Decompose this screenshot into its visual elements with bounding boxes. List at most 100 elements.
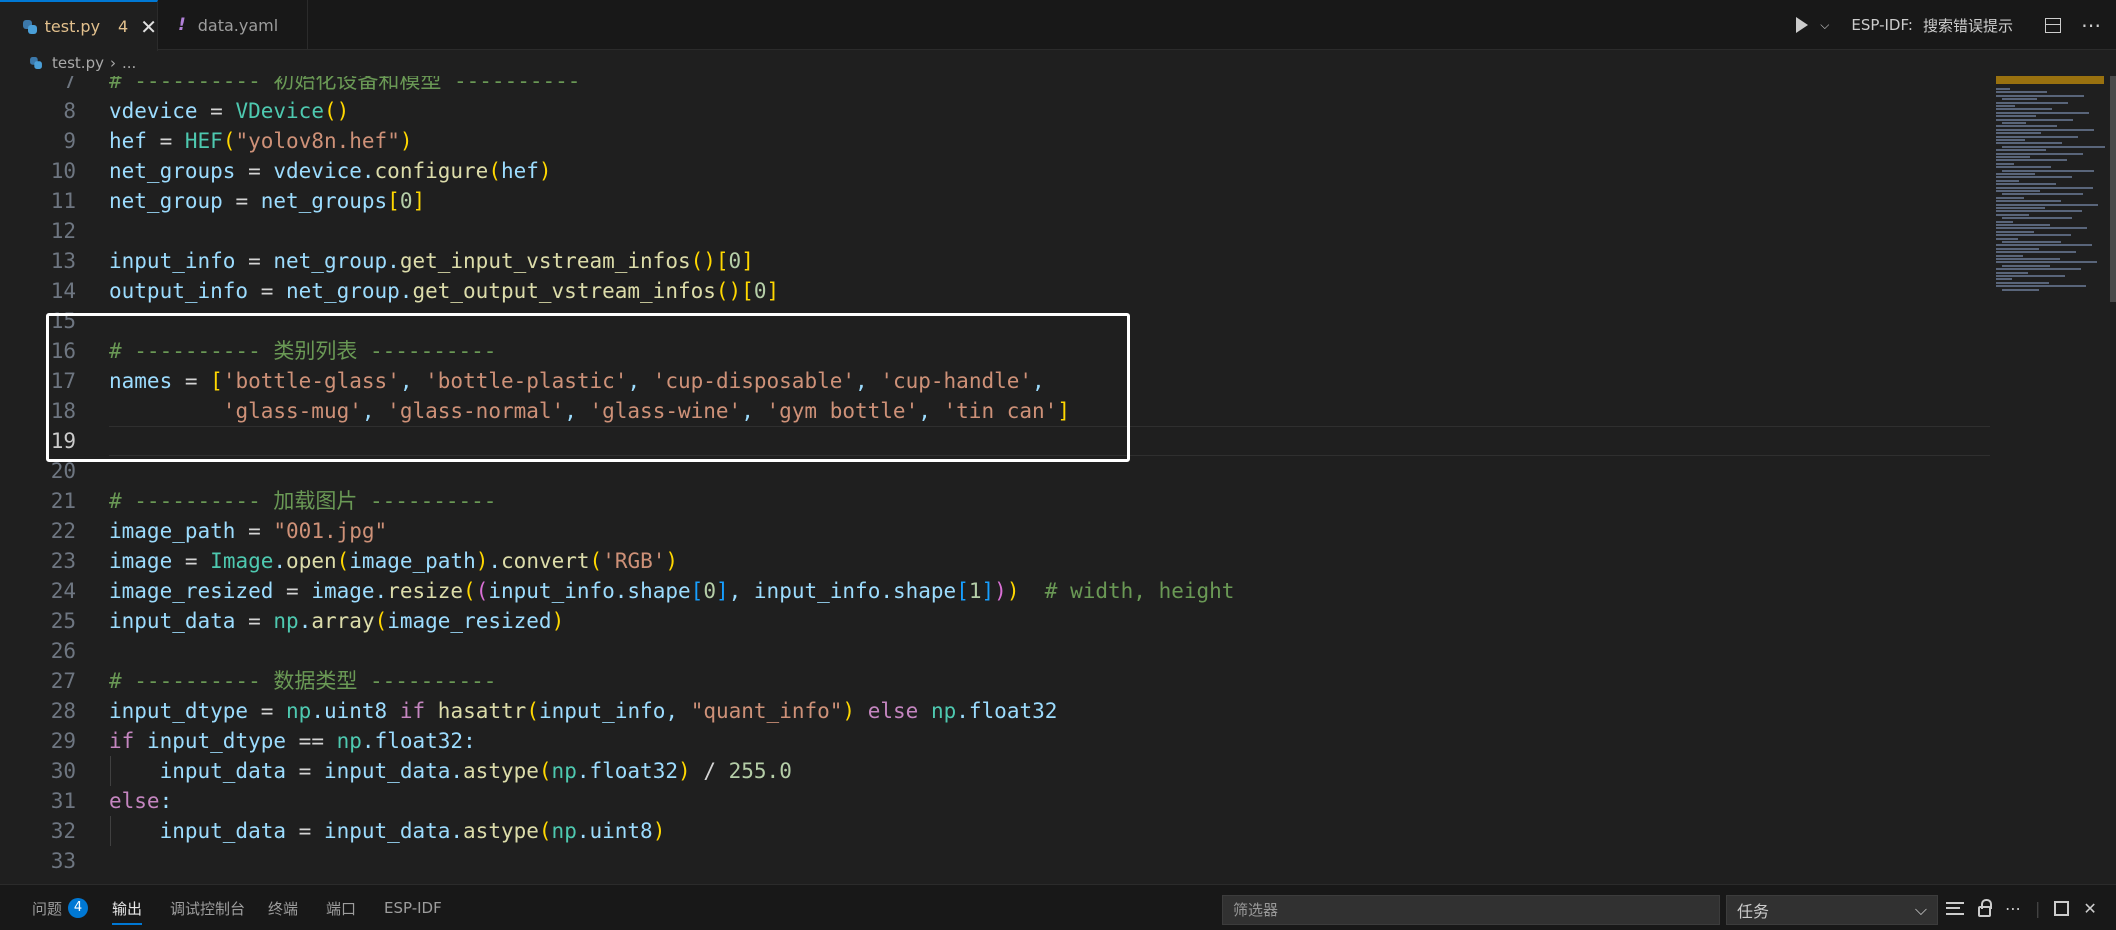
output-filter-input[interactable] [1222, 895, 1720, 925]
minimap-viewport[interactable] [1996, 76, 2104, 84]
minimap-line [1996, 179, 2019, 182]
code-line[interactable]: 13 input_info = net_group.get_input_vstre… [0, 246, 1990, 276]
code-line[interactable]: 28 input_dtype = np.uint8 if hasattr(inpu… [0, 696, 1990, 726]
minimap-line [1996, 207, 2045, 209]
minimap-line [1996, 247, 2039, 250]
close-icon[interactable]: ✕ [140, 15, 157, 39]
code-line[interactable]: 22 image_path = "001.jpg" [0, 516, 1990, 546]
code-line[interactable]: 15 [0, 306, 1990, 336]
code-editor[interactable]: 7 # ---------- 初始化设备和模型 ---------- 8 vdevic… [0, 76, 1990, 884]
panel-tab[interactable]: 输出 [112, 885, 143, 930]
code-line[interactable]: 24 image_resized = image.resize((input_in… [0, 576, 1990, 606]
line-number: 20 [50, 459, 76, 483]
minimap-line [1996, 139, 2025, 141]
line-code: input_data = input_data.astype(np.float3… [109, 759, 792, 783]
code-line[interactable]: 19 [0, 426, 1990, 456]
panel-tab-label: ESP-IDF [384, 899, 442, 917]
tab-data-yaml[interactable]: ! data.yaml [158, 0, 308, 50]
minimap-line [1996, 254, 2023, 257]
line-code: image = Image.open(image_path).convert('… [109, 549, 679, 573]
minimap-line [1996, 166, 2051, 169]
minimap-line [1996, 213, 2029, 216]
lock-scroll-icon[interactable] [1978, 898, 1992, 917]
run-icon[interactable] [1796, 17, 1809, 33]
esp-idf-search-hint-button[interactable]: 搜索错误提示 [1923, 15, 2013, 36]
code-line[interactable]: 10 net_groups = vdevice.configure(hef) [0, 156, 1990, 186]
line-number: 15 [50, 309, 76, 333]
minimap-line [1996, 156, 2030, 158]
minimap-line [1996, 281, 2049, 284]
panel-tab[interactable]: 问题 4 [32, 885, 89, 930]
code-line[interactable]: 26 [0, 636, 1990, 666]
more-actions-icon[interactable]: ⋯ [2081, 13, 2102, 37]
minimap-line [1996, 271, 2028, 274]
minimap-line [2002, 241, 2061, 243]
panel-tab[interactable]: 调试控制台 [170, 885, 245, 930]
code-line[interactable]: 33 [0, 846, 1990, 876]
minimap-line [1996, 173, 2035, 175]
minimap-line [1996, 183, 2056, 186]
minimap-line [1996, 203, 2098, 206]
more-actions-icon[interactable]: ⋯ [2005, 899, 2021, 918]
minimap-line [2002, 264, 2050, 267]
line-number: 24 [50, 579, 76, 603]
close-panel-icon[interactable]: ✕ [2083, 899, 2096, 918]
line-number: 11 [50, 189, 76, 213]
line-number: 27 [50, 669, 76, 693]
editor-actions: ⌵ ESP-IDF: 搜索错误提示 ⋯ [1796, 0, 2116, 50]
code-line[interactable]: 14 output_info = net_group.get_output_vst… [0, 276, 1990, 306]
panel-tab[interactable]: ESP-IDF [384, 885, 442, 930]
minimap-line [2002, 169, 2094, 172]
line-number: 17 [50, 369, 76, 393]
minimap-line [1996, 227, 2087, 230]
output-channel-select[interactable]: 任务 ⌵ [1726, 895, 1938, 925]
code-line[interactable]: 7 # ---------- 初始化设备和模型 ---------- [0, 76, 1990, 96]
vertical-scrollbar[interactable] [2110, 76, 2116, 302]
tab-label: test.py [44, 17, 101, 36]
minimap-line [1996, 234, 2071, 237]
code-line[interactable]: 23 image = Image.open(image_path).convert… [0, 546, 1990, 576]
code-line[interactable]: 30 input_data = input_data.astype(np.flo… [0, 756, 1990, 786]
line-code: input_data = np.array(image_resized) [109, 609, 565, 633]
code-line[interactable]: 25 input_data = np.array(image_resized) [0, 606, 1990, 636]
code-line[interactable]: 8 vdevice = VDevice() [0, 96, 1990, 126]
line-code: vdevice = VDevice() [109, 99, 350, 123]
minimap-line [1996, 111, 2089, 114]
breadcrumb-symbols[interactable]: ... [122, 54, 136, 72]
line-code: input_info = net_group.get_input_vstream… [109, 249, 754, 273]
code-line[interactable]: 11 net_group = net_groups[0] [0, 186, 1990, 216]
code-line[interactable]: 17 names = ['bottle-glass', 'bottle-plast… [0, 366, 1990, 396]
code-line[interactable]: 29 if input_dtype == np.float32: [0, 726, 1990, 756]
code-line[interactable]: 9 hef = HEF("yolov8n.hef") [0, 126, 1990, 156]
line-number: 22 [50, 519, 76, 543]
panel-tab[interactable]: 端口 [326, 885, 356, 930]
code-line[interactable]: 12 [0, 216, 1990, 246]
minimap-line [1996, 105, 2015, 107]
chevron-right-icon: › [109, 54, 116, 72]
python-file-icon [22, 19, 37, 35]
minimap[interactable] [1990, 76, 2116, 884]
chevron-down-icon[interactable]: ⌵ [1820, 18, 1829, 33]
minimap-line [2002, 193, 2083, 196]
line-code: input_data = input_data.astype(np.uint8) [109, 819, 666, 843]
maximize-panel-icon[interactable] [2054, 900, 2070, 916]
code-line[interactable]: 32 input_data = input_data.astype(np.uin… [0, 816, 1990, 846]
code-line[interactable]: 20 [0, 456, 1990, 486]
line-number: 14 [50, 279, 76, 303]
split-editor-icon[interactable] [2045, 17, 2061, 33]
editor-tab-bar: test.py 4 ✕ ! data.yaml ⌵ ESP-IDF: 搜索错误提… [0, 0, 2116, 51]
line-number: 10 [50, 159, 76, 183]
code-line[interactable]: 27 # ---------- 数据类型 ---------- [0, 666, 1990, 696]
minimap-line [1996, 94, 2084, 97]
minimap-line [1996, 132, 2041, 135]
word-wrap-icon[interactable] [1946, 901, 1964, 915]
breadcrumb-file[interactable]: test.py [52, 54, 104, 72]
minimap-line [1996, 149, 2046, 152]
code-line[interactable]: 31 else: [0, 786, 1990, 816]
code-line[interactable]: 16 # ---------- 类别列表 ---------- [0, 336, 1990, 366]
code-line[interactable]: 18 'glass-mug', 'glass-normal', 'glass-w… [0, 396, 1990, 426]
line-code: output_info = net_group.get_output_vstre… [109, 279, 780, 303]
panel-tab[interactable]: 终端 [268, 885, 298, 930]
tab-test-py[interactable]: test.py 4 ✕ [0, 0, 158, 51]
code-line[interactable]: 21 # ---------- 加载图片 ---------- [0, 486, 1990, 516]
